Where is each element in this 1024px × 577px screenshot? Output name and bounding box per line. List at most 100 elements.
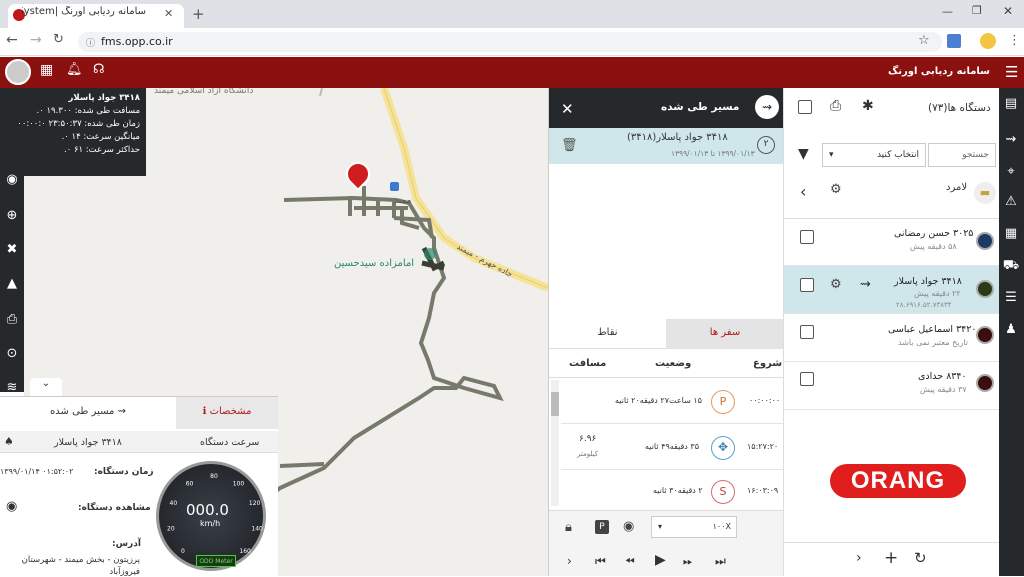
url-text: fms.opp.co.ir	[101, 35, 173, 48]
print-icon[interactable]: ⎙	[0, 312, 24, 327]
tab-trips[interactable]: سفر ها	[666, 319, 784, 349]
tab-close-icon[interactable]: ✕	[164, 7, 173, 20]
collapse-chevron-icon[interactable]: ⌄	[30, 378, 62, 396]
back-chevron-icon[interactable]: ‹	[800, 182, 806, 201]
device-route-icon[interactable]: ⇝	[860, 277, 871, 292]
minimize-icon[interactable]: —	[942, 5, 953, 18]
gauge-unit: km/h	[200, 519, 221, 528]
view-eye-icon[interactable]: ◉	[6, 499, 17, 514]
fast-forward-icon[interactable]: ⏩︎	[683, 554, 693, 569]
add-icon[interactable]: +	[884, 548, 898, 568]
list-item[interactable]	[784, 362, 1000, 410]
device-checkbox[interactable]	[800, 325, 814, 339]
address-label: آدرس:	[112, 539, 141, 549]
device-name: ۳۴۲۰ اسماعیل عباسی	[888, 324, 977, 335]
rewind-icon[interactable]: ⏪︎	[625, 554, 635, 569]
device-checkbox[interactable]	[800, 278, 814, 292]
bookmark-star-icon[interactable]: ☆	[918, 33, 930, 48]
vehicle-label: ۳۴۱۸ جواد پاسلار	[54, 437, 122, 448]
tab-specs-label: مشخصات	[209, 406, 252, 417]
trash-icon[interactable]: 🗑︎	[561, 138, 578, 153]
speed-select[interactable]: ۱۰۰X ▾	[651, 516, 737, 538]
eye-toggle-icon[interactable]: ◉	[623, 519, 634, 534]
row1-badge: P	[711, 390, 735, 414]
select-all-checkbox[interactable]	[798, 100, 812, 114]
info-icon[interactable]: ⓘ	[86, 36, 95, 49]
list-item[interactable]	[784, 219, 1000, 266]
row3-start: ۱۶:۰۳:۰۹	[747, 486, 779, 495]
skip-forward-icon[interactable]: ⏭︎	[715, 554, 726, 569]
device-checkbox[interactable]	[800, 230, 814, 244]
device-sub: تاریخ معتبر نمی باشد	[898, 338, 969, 347]
route-item-date: ۱۳۹۹/۰۱/۱۳ تا ۱۳۹۹/۰۱/۱۳	[671, 149, 755, 158]
extension-icon[interactable]	[980, 33, 996, 49]
app-header: سامانه ردیابی اورنگ	[0, 57, 1024, 88]
prev-icon[interactable]: ›	[567, 554, 572, 568]
map-icon[interactable]: ▤	[999, 96, 1023, 111]
url-field[interactable]	[78, 32, 942, 52]
location-icon[interactable]: ⌖	[999, 164, 1023, 179]
device-checkbox[interactable]	[800, 372, 814, 386]
calendar-icon[interactable]: ▦	[999, 226, 1023, 241]
tools-icon[interactable]: ✖	[0, 242, 24, 257]
device-status-dot	[976, 280, 994, 298]
device-sub: ۲۲ دقیقه پیش	[914, 289, 961, 298]
map-label-town: ممند	[394, 196, 412, 206]
view-label: مشاهده دستگاه:	[78, 503, 151, 513]
tab-points[interactable]: نقاط	[549, 319, 666, 349]
forward-icon[interactable]: →	[30, 32, 42, 48]
zoom-area-icon[interactable]: ⊙	[0, 346, 24, 361]
gauge-tick-label: 100	[233, 480, 245, 487]
table-scrollbar[interactable]	[551, 380, 559, 506]
devices-panel: دستگاه ها(۷۳) ✱ ⎙ جستجو انتخاب کنید ▾ ▼ ▬…	[783, 88, 1000, 576]
close-window-icon[interactable]: ✕	[1003, 4, 1013, 18]
eye-icon[interactable]: ◉	[0, 172, 24, 187]
zoom-icon[interactable]: ⊕	[0, 208, 24, 223]
route-close-icon[interactable]: ✕	[561, 100, 574, 118]
user-icon[interactable]: ♟	[999, 322, 1023, 337]
menu-dots-icon[interactable]: ⋮	[1008, 33, 1021, 48]
tab-specs[interactable]: مشخصات ℹ	[176, 397, 278, 429]
next-chevron-icon[interactable]: ›	[856, 550, 862, 566]
speed-value: ۱۰۰X	[712, 522, 731, 531]
lock-icon[interactable]: 🔒︎	[565, 520, 572, 535]
tab-title: سامانه ردیابی اورنگ |king System	[22, 6, 146, 17]
tab-route[interactable]: ⇝ مسیر طی شده	[0, 397, 176, 429]
shapes-icon[interactable]: ▲	[0, 276, 24, 291]
skip-back-icon[interactable]: ⏮︎	[595, 554, 606, 569]
printer-icon[interactable]: ⎙	[830, 98, 841, 114]
group-select[interactable]: انتخاب کنید ▾	[822, 143, 926, 167]
new-tab-icon[interactable]: +	[192, 5, 205, 23]
route-info-box: ۳۴۱۸ جواد پاسلار مسافت طی شده: ۱۹.۳۰۰ ۰.…	[0, 88, 146, 176]
filter-icon[interactable]: ▼	[798, 146, 809, 162]
list-item[interactable]	[784, 266, 1000, 314]
headset-icon[interactable]: ☊	[93, 62, 105, 77]
map-label-shrine: امامزاده سیدحسین	[334, 258, 415, 269]
avatar[interactable]	[5, 59, 31, 85]
list-icon[interactable]: ☰	[999, 290, 1023, 305]
hamburger-icon[interactable]: ☰	[1005, 63, 1018, 81]
group-settings-icon[interactable]: ⚙	[830, 182, 842, 197]
row1-status: ۱۵ ساعت۲۷ دقیقه۲۰ ثانیه	[615, 396, 702, 405]
bug-icon[interactable]: ✱	[862, 98, 874, 114]
reload-icon[interactable]: ↻	[53, 32, 64, 47]
warning-icon[interactable]: ⚠	[999, 194, 1023, 209]
layers-icon[interactable]: ≋	[0, 380, 24, 395]
search-input[interactable]: جستجو	[928, 143, 996, 167]
refresh-icon[interactable]: ↻	[914, 549, 927, 567]
left-toolbar: ◉ ⊕ ✖ ▲ ⎙ ⊙ ≋	[0, 172, 24, 395]
play-icon[interactable]: ▶	[655, 552, 666, 568]
back-icon[interactable]: ←	[6, 32, 18, 48]
apps-grid-icon[interactable]: ▦	[40, 62, 53, 78]
restore-icon[interactable]: ❐	[972, 4, 982, 17]
bell-icon[interactable]: 🔔︎	[66, 62, 83, 77]
car-icon[interactable]: ⛟	[999, 258, 1023, 275]
map-label-university: دانشگاه آزاد اسلامی میمند	[154, 88, 254, 96]
route-rail-icon[interactable]: ⇝	[999, 132, 1023, 147]
gauge-value: 000.0	[186, 501, 229, 519]
device-settings-icon[interactable]: ⚙	[830, 277, 842, 292]
device-sub: ۵۸ دقیقه پیش	[910, 242, 957, 251]
right-toolbar: ▤ ⇝ ⌖ ⚠ ▦ ⛟ ☰ ♟	[999, 88, 1024, 576]
translate-icon[interactable]	[947, 34, 961, 48]
parking-icon[interactable]: P	[595, 520, 609, 534]
